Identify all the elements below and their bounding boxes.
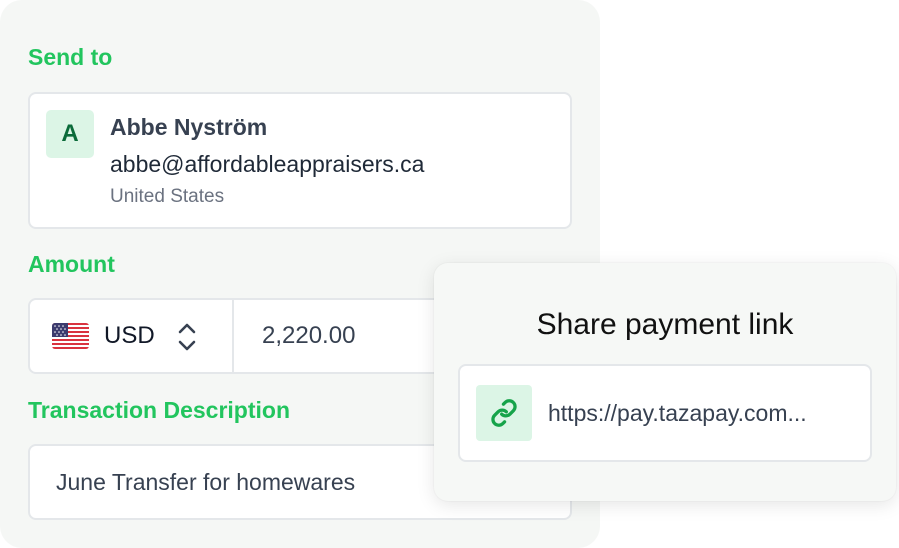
us-flag-icon: [52, 323, 89, 349]
currency-code: USD: [104, 322, 155, 349]
send-to-label: Send to: [28, 44, 113, 70]
currency-select[interactable]: USD: [30, 300, 234, 372]
recipient-name: Abbe Nyström: [110, 114, 268, 140]
share-payment-link-popup: Share payment link https://pay.tazapay.c…: [434, 263, 896, 501]
payment-link-url[interactable]: https://pay.tazapay.com...: [548, 400, 807, 427]
transaction-description-label: Transaction Description: [28, 397, 291, 423]
share-title: Share payment link: [536, 308, 794, 341]
amount-input[interactable]: 2,220.00: [262, 322, 355, 350]
payment-link-field[interactable]: https://pay.tazapay.com...: [458, 364, 872, 462]
avatar: A: [46, 110, 94, 158]
description-input[interactable]: June Transfer for homewares: [56, 469, 355, 496]
recipient-email: abbe@affordableappraisers.ca: [110, 151, 425, 177]
link-icon[interactable]: [476, 385, 532, 441]
amount-label: Amount: [28, 251, 115, 277]
chevron-up-down-icon: [176, 320, 198, 354]
stage: Send to A Abbe Nyström abbe@affordableap…: [0, 0, 899, 548]
recipient-card[interactable]: A Abbe Nyström abbe@affordableappraisers…: [28, 92, 572, 229]
recipient-country: United States: [110, 186, 225, 207]
